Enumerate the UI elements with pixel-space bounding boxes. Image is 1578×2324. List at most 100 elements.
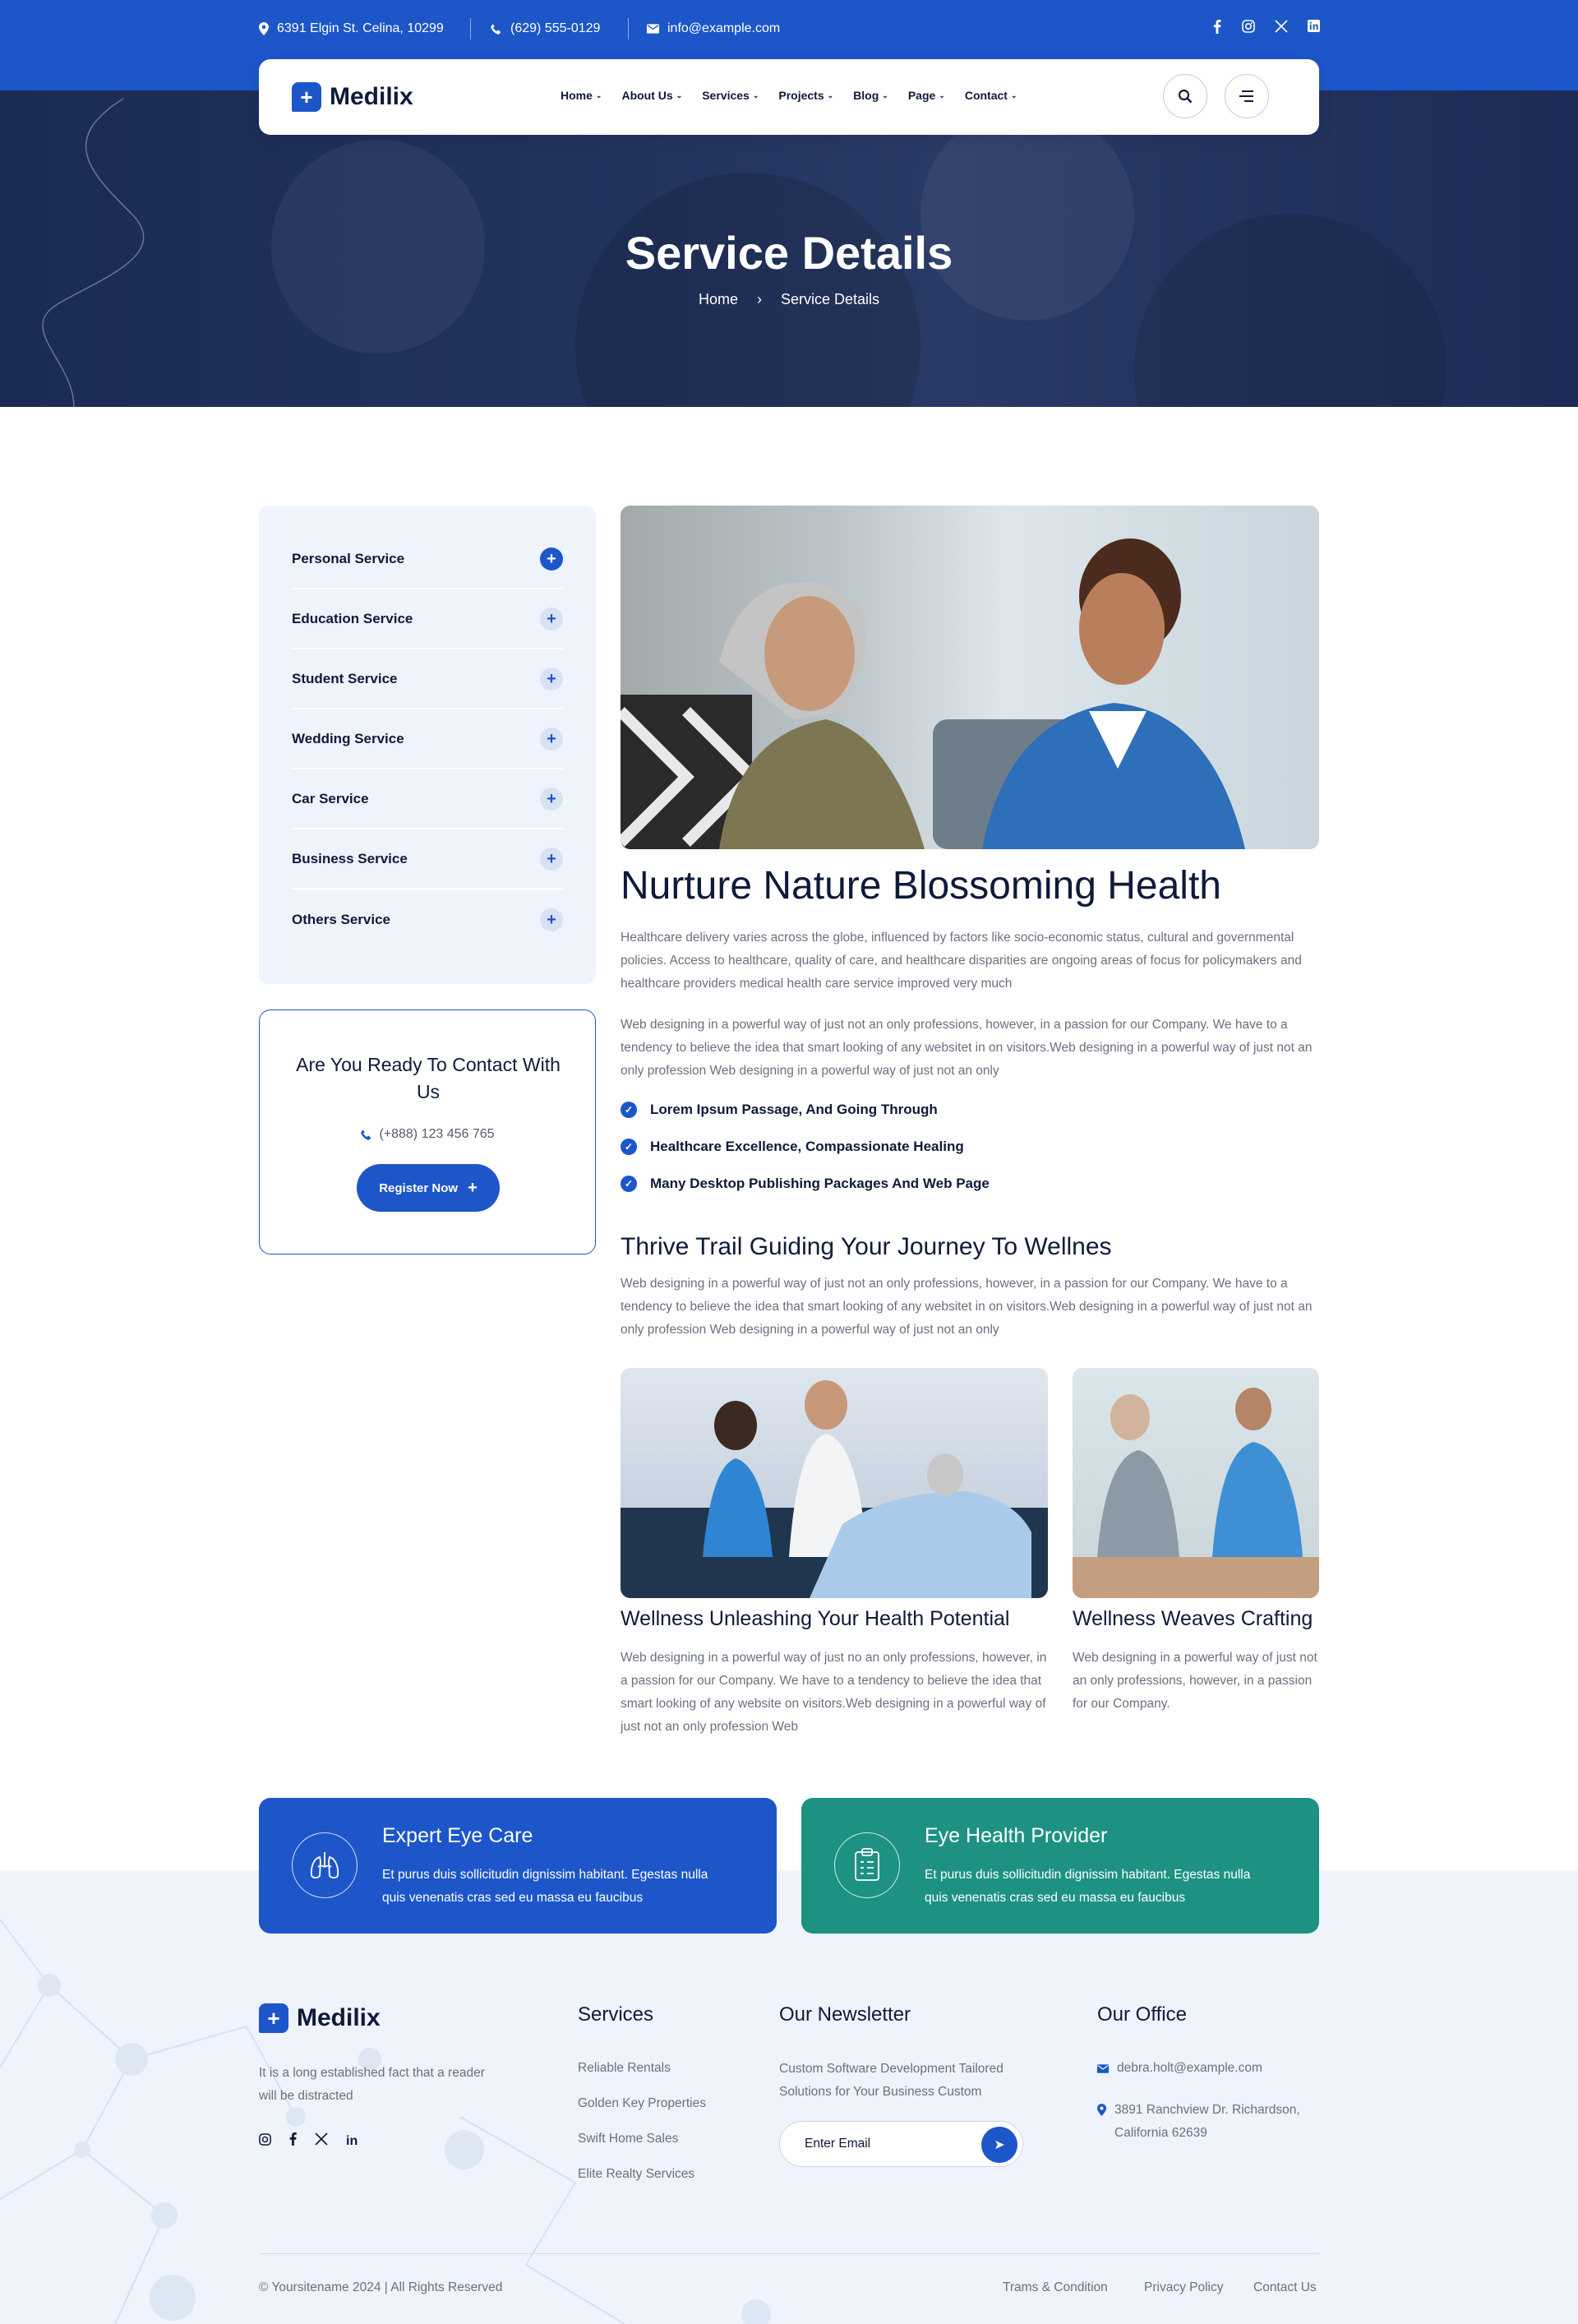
contact-box: Are You Ready To Contact With Us (+888) … [259,1010,596,1254]
medical-cross-icon: + [292,82,321,112]
plus-icon: + [540,908,563,931]
nav-item-projects[interactable]: Projects ⌄ [778,89,833,102]
copyright: © Yoursitename 2024 | All Rights Reserve… [259,2280,503,2294]
linkedin-icon[interactable] [1304,20,1322,36]
footer-divider [259,2253,1319,2254]
chevron-down-icon: ⌄ [939,90,945,99]
footer-office-title: Our Office [1097,2003,1187,2026]
contact-title: Are You Ready To Contact With Us [296,1054,561,1102]
address-info: 6391 Elgin St. Celina, 10299 [259,21,444,36]
service-item-wedding[interactable]: Wedding Service + [292,710,563,769]
card-text: Et purus duis sollicitudin dignissim hab… [925,1868,1251,1905]
feature-card-eye-health[interactable]: Eye Health Provider Et purus duis sollic… [801,1798,1319,1934]
chevron-down-icon: ⌄ [882,90,888,99]
footer-link-terms[interactable]: Trams & Condition [1003,2280,1108,2295]
checklist-item: ✓ Lorem Ipsum Passage, And Going Through [621,1102,938,1118]
address-text: 6391 Elgin St. Celina, 10299 [277,21,444,35]
footer-services-title: Services [578,2003,654,2026]
breadcrumb-home[interactable]: Home [699,291,738,307]
column-2-text: Web designing in a powerful way of just … [1073,1651,1317,1711]
feature-card-eye-care[interactable]: Expert Eye Care Et purus duis sollicitud… [259,1798,777,1934]
plus-icon: + [468,1178,478,1197]
plus-icon: + [540,608,563,631]
doctor-patient-image [1073,1368,1319,1598]
plus-icon: + [540,548,563,571]
nav-menu: Home ⌄ About Us ⌄ Services ⌄ Projects ⌄ Blog… [561,89,1017,102]
service-item-car[interactable]: Car Service + [292,770,563,829]
nav-item-services[interactable]: Services ⌄ [702,89,759,102]
main-title: Nurture Nature Blossoming Health [621,864,1221,908]
phone-icon [361,1129,371,1140]
footer-link-contact[interactable]: Contact Us [1253,2280,1317,2295]
plus-icon: + [540,668,563,691]
instagram-icon[interactable] [1239,20,1257,37]
mail-icon [1097,2063,1109,2073]
register-now-button[interactable]: Register Now + [357,1164,500,1212]
footer-service-link[interactable]: Golden Key Properties [578,2096,706,2111]
footer-socials: in [259,2132,358,2150]
service-item-education[interactable]: Education Service + [292,590,563,649]
phone-icon [491,23,501,35]
check-icon: ✓ [621,1102,637,1118]
footer-service-link[interactable]: Elite Realty Services [578,2167,694,2182]
search-icon [1178,89,1193,104]
send-icon: ➤ [994,2138,1005,2152]
chevron-down-icon: ⌄ [676,90,683,99]
nav-item-contact[interactable]: Contact ⌄ [965,89,1017,102]
column-1-text: Web designing in a powerful way of just … [621,1651,1047,1734]
nav-item-home[interactable]: Home ⌄ [561,89,602,102]
phone-info[interactable]: (629) 555-0129 [490,21,600,36]
page-title: Service Details [625,227,953,279]
newsletter-email-input[interactable]: Enter Email [805,2137,870,2151]
chevron-down-icon: ⌄ [1010,90,1017,99]
main-navbar: + Medilix Home ⌄ About Us ⌄ Services ⌄ Proj… [259,59,1319,135]
plus-icon: + [540,728,563,751]
footer-office-address: 3891 Ranchview Dr. Richardson, Californi… [1097,2099,1327,2145]
nav-item-about[interactable]: About Us ⌄ [621,89,682,102]
check-icon: ✓ [621,1139,637,1155]
service-item-student[interactable]: Student Service + [292,650,563,709]
breadcrumb-current: Service Details [781,291,880,307]
location-icon [259,22,269,35]
main-paragraph-2: Web designing in a powerful way of just … [621,1018,1313,1078]
service-item-personal[interactable]: Personal Service + [292,530,563,589]
location-icon [1097,2104,1106,2116]
facebook-icon[interactable] [1208,20,1226,38]
footer-link-privacy[interactable]: Privacy Policy [1144,2280,1223,2295]
x-icon[interactable] [315,2132,328,2150]
plus-icon: + [540,848,563,871]
breadcrumb: Home › Service Details [0,291,1578,308]
service-item-business[interactable]: Business Service + [292,830,563,889]
footer-office-email[interactable]: debra.holt@example.com [1097,2061,1262,2076]
footer-service-link[interactable]: Swift Home Sales [578,2132,678,2146]
contact-phone[interactable]: (+888) 123 456 765 [260,1127,595,1142]
search-button[interactable] [1163,74,1207,118]
footer-newsletter-title: Our Newsletter [779,2003,911,2026]
column-1-title: Wellness Unleashing Your Health Potentia… [621,1607,1010,1630]
email-info[interactable]: info@example.com [647,21,780,36]
service-item-others[interactable]: Others Service + [292,890,563,949]
facebook-icon[interactable] [289,2132,297,2150]
newsletter-form: Enter Email ➤ [779,2121,1023,2167]
menu-toggle-button[interactable] [1225,74,1269,118]
nav-item-blog[interactable]: Blog ⌄ [853,89,888,102]
card-title: Eye Health Provider [925,1824,1108,1847]
mail-icon [647,24,659,34]
checklist-item: ✓ Healthcare Excellence, Compassionate He… [621,1139,964,1155]
chevron-down-icon: ⌄ [595,90,602,99]
site-logo[interactable]: + Medilix [292,82,413,112]
chevron-down-icon: ⌄ [827,90,834,99]
footer-logo[interactable]: + Medilix [259,2003,381,2033]
send-button[interactable]: ➤ [981,2127,1017,2163]
x-icon[interactable] [1272,20,1290,37]
linkedin-icon[interactable]: in [346,2134,358,2149]
hamburger-icon [1239,90,1253,102]
main-paragraph-3: Web designing in a powerful way of just … [621,1277,1313,1337]
instagram-icon[interactable] [259,2132,271,2150]
footer-service-link[interactable]: Reliable Rentals [578,2061,671,2076]
logo-text: Medilix [330,83,413,110]
footer-about: It is a long established fact that a rea… [259,2066,485,2103]
checklist-item: ✓ Many Desktop Publishing Packages And We… [621,1176,990,1192]
hero-service-image [621,506,1319,849]
nav-item-page[interactable]: Page ⌄ [908,89,945,102]
